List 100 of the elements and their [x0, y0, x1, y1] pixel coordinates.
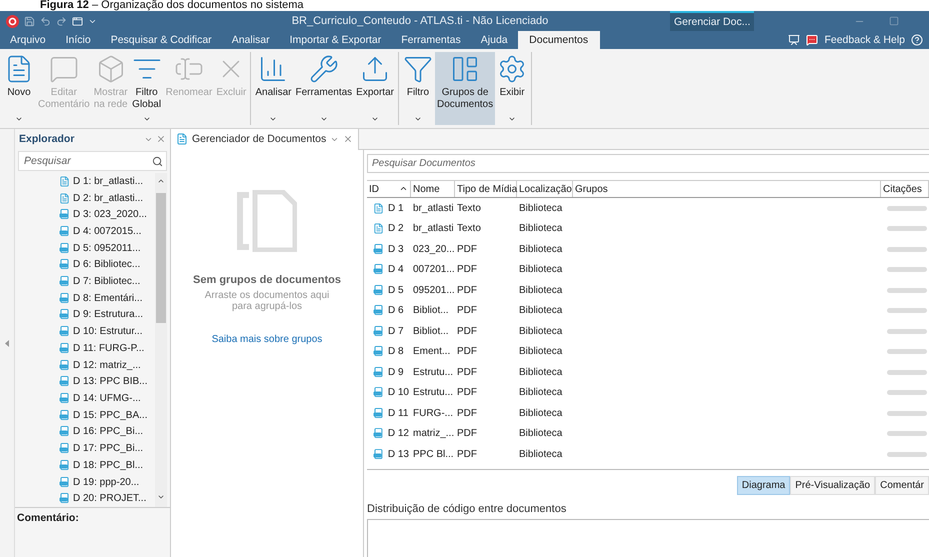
column-header[interactable]: Tipo de Mídia	[455, 181, 517, 197]
table-cell-text: Texto	[456, 202, 482, 214]
ribbon-button[interactable]: Filtro	[400, 52, 435, 125]
ribbon-button[interactable]: Grupos de Documentos	[434, 52, 496, 125]
table-cell-text: Biblioteca	[518, 223, 564, 234]
tree-item[interactable]: D 13: PPC BIB...	[73, 376, 148, 388]
close-icon[interactable]	[156, 134, 166, 144]
tree-item[interactable]: D 6: Bibliotec...	[73, 259, 140, 270]
scrollbar[interactable]	[155, 173, 167, 507]
table-cell-text: Biblioteca	[518, 448, 564, 460]
tree-item[interactable]: D 17: PPC_Bi...	[73, 443, 144, 454]
tree-item[interactable]: D 5: 0952011...	[73, 242, 141, 254]
close-icon[interactable]	[343, 134, 354, 144]
pdf-file-icon	[59, 292, 70, 304]
pdf-file-icon	[59, 392, 70, 404]
tree-item[interactable]: D 12: matriz_...	[73, 360, 141, 371]
search-box[interactable]: Pesquisar	[18, 151, 167, 171]
ribbon-button[interactable]: Exportar	[354, 52, 396, 125]
ribbon-button[interactable]: Filtro Global	[130, 52, 164, 125]
table-cell-text: Biblioteca	[518, 284, 564, 296]
undo-icon[interactable]	[40, 16, 51, 26]
tree-item[interactable]: D 9: Estrutura...	[73, 309, 144, 320]
menu-tab[interactable]: Início	[66, 31, 91, 49]
collapse-arrow-icon[interactable]	[5, 340, 9, 346]
detail-title: Distribuição de código entre documentos	[367, 503, 568, 515]
feedback-icon[interactable]	[806, 34, 818, 46]
scroll-down-icon[interactable]	[157, 493, 165, 501]
column-header[interactable]: ID	[367, 181, 411, 197]
citation-bar	[887, 288, 927, 293]
table-cell-text: Biblioteca	[518, 366, 564, 378]
column-header[interactable]: Localização	[517, 181, 573, 197]
tree-item[interactable]: D 4: 0072015...	[73, 226, 142, 237]
tree-item[interactable]: D 19: ppp-20...	[73, 476, 140, 488]
tree-item[interactable]: D 8: Ementári...	[73, 292, 142, 304]
feedback-link[interactable]: Feedback & Help	[824, 34, 905, 46]
ribbon-button[interactable]: Analisar	[253, 52, 294, 125]
table-cell-text: D 13	[386, 448, 410, 460]
search-field[interactable]: Pesquisar	[22, 154, 152, 168]
column-header[interactable]: Nome	[411, 181, 455, 197]
detail-tab[interactable]: Diagrama	[736, 476, 790, 495]
table-cell-text: PDF	[456, 264, 478, 276]
tree-item[interactable]: D 15: PPC_BA...	[73, 410, 148, 421]
pdf-file-icon	[59, 493, 70, 504]
tree-item[interactable]: D 2: br_atlasti...	[73, 192, 144, 204]
pdf-file-icon	[373, 326, 384, 337]
scroll-up-icon[interactable]	[157, 177, 165, 185]
search-icon[interactable]	[152, 156, 163, 166]
tree-item[interactable]: D 14: UFMG-...	[73, 392, 141, 404]
pdf-file-icon	[373, 264, 384, 276]
comment-icon	[48, 54, 79, 84]
maximize-icon[interactable]	[889, 16, 899, 26]
table-cell-text: FURG-...	[412, 408, 454, 419]
menu-tab[interactable]: Arquivo	[10, 31, 46, 49]
detail-tab[interactable]: Comentár	[875, 476, 929, 495]
presentation-icon[interactable]	[788, 34, 800, 46]
pdf-file-icon	[59, 476, 70, 488]
tree-item[interactable]: D 20: PROJET...	[73, 493, 146, 504]
menu-tab[interactable]: Pesquisar & Codificar	[110, 31, 212, 49]
ribbon-button[interactable]: Exibir	[495, 52, 530, 125]
tree-item[interactable]: D 1: br_atlasti...	[73, 176, 144, 187]
table-cell-text: D 1	[387, 202, 405, 214]
tree-item[interactable]: D 3: 023_2020...	[73, 209, 147, 220]
figure-caption: Figura 12 – Organização dos documentos no sistema	[39, 0, 305, 11]
menu-tab[interactable]: Documentos	[518, 31, 600, 49]
empty-document-icon	[237, 190, 297, 252]
tree-item[interactable]: D 10: Estrutur...	[73, 326, 142, 338]
table-cell-text: Ement...	[412, 346, 452, 358]
learn-more-link[interactable]: Saiba mais sobre grupos	[212, 334, 322, 345]
detail-tab[interactable]: Pré-Visualização	[790, 476, 876, 495]
tree-item[interactable]: D 11: FURG-P...	[73, 342, 144, 354]
pdf-file-icon	[373, 408, 384, 419]
pdf-file-icon	[373, 448, 384, 460]
column-header[interactable]: Grupos	[573, 181, 881, 197]
ribbon-button[interactable]: Ferramentas	[293, 52, 354, 125]
table-cell-text: D 6	[387, 305, 405, 316]
tree-item[interactable]: D 7: Bibliotec...	[73, 276, 140, 288]
column-header[interactable]: Citações	[881, 181, 929, 197]
citation-bar	[887, 328, 927, 334]
menu-tab[interactable]: Ferramentas	[401, 31, 461, 49]
table-cell-text: 095201...	[412, 284, 455, 296]
document-icon	[176, 133, 188, 145]
menu-tab[interactable]: Ajuda	[480, 31, 508, 49]
text-file-icon	[373, 223, 384, 234]
window-icon[interactable]	[72, 16, 83, 26]
tree-item[interactable]: D 16: PPC_Bi...	[73, 426, 144, 438]
save-icon[interactable]	[24, 16, 35, 26]
menu-tab[interactable]: Analisar	[232, 31, 270, 49]
context-tab[interactable]: Gerenciar Doc...	[670, 11, 754, 31]
pdf-file-icon	[59, 276, 70, 288]
comment-label: Comentário:	[15, 507, 170, 557]
document-manager-tab[interactable]: Gerenciador de Documentos	[171, 128, 360, 150]
help-icon[interactable]	[911, 34, 923, 46]
search-field[interactable]: Pesquisar Documentos	[367, 154, 929, 173]
table-cell-text: D 10	[386, 387, 410, 398]
pdf-file-icon	[59, 376, 70, 388]
wrench-icon	[308, 54, 339, 84]
redo-icon[interactable]	[56, 16, 67, 26]
menu-tab[interactable]: Importar & Exportar	[290, 31, 382, 49]
tree-item[interactable]: D 18: PPC_Bl...	[73, 460, 144, 471]
ribbon-button[interactable]: Novo	[2, 52, 36, 125]
